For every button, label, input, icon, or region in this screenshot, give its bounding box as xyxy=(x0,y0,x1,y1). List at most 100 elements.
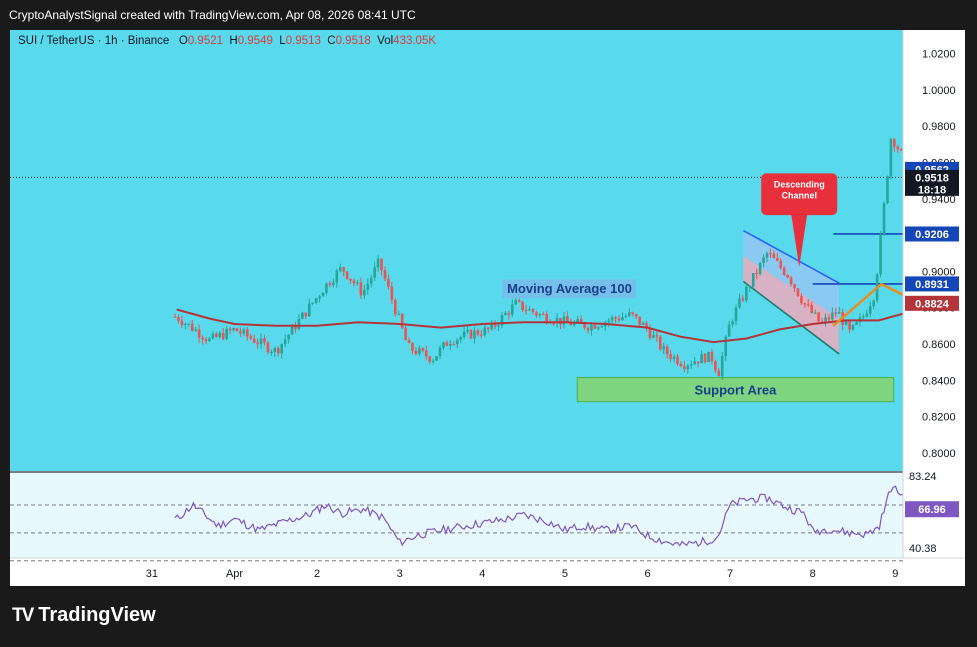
candle-body xyxy=(710,351,714,362)
price-chart-svg[interactable]: Support Area Moving Average 100 Descending… xyxy=(10,30,965,586)
candle-body xyxy=(325,283,328,293)
candle-body xyxy=(400,314,404,328)
candle-body xyxy=(617,318,621,321)
candle-body xyxy=(297,318,301,330)
candle-body xyxy=(332,282,335,286)
x-tick-label: 5 xyxy=(562,568,568,580)
candle-body xyxy=(246,329,249,337)
candle-body xyxy=(793,284,796,289)
candle-body xyxy=(831,312,834,320)
x-tick-label: Apr xyxy=(226,568,243,580)
candle-body xyxy=(772,253,776,259)
x-tick-label: 6 xyxy=(644,568,650,580)
candle-body xyxy=(868,306,872,314)
candle-body xyxy=(741,298,745,301)
candle-body xyxy=(369,277,373,284)
candle-body xyxy=(762,257,765,263)
candle-body xyxy=(834,312,838,314)
candle-body xyxy=(180,320,184,326)
candle-body xyxy=(531,309,535,313)
candle-body xyxy=(235,328,239,332)
candle-body xyxy=(614,317,617,319)
candle-body xyxy=(345,271,349,279)
tradingview-brand: TradingView xyxy=(38,604,156,626)
candle-body xyxy=(899,149,903,151)
legend-symbol: SUI / TetherUS · 1h · Binance xyxy=(18,35,170,47)
candle-body xyxy=(817,312,820,322)
candle-body xyxy=(397,314,401,316)
candle-body xyxy=(806,304,810,306)
candle-body xyxy=(376,258,380,268)
candle-body xyxy=(204,339,208,342)
y-tick-label: 0.8600 xyxy=(922,339,956,351)
candle-body xyxy=(187,323,191,325)
candle-body xyxy=(851,324,855,330)
candle-body xyxy=(373,267,376,278)
candle-body xyxy=(576,319,580,323)
candle-body xyxy=(865,313,869,317)
candle-body xyxy=(665,346,669,355)
candle-body xyxy=(480,334,483,336)
legend-vol-label: Vol xyxy=(377,35,394,47)
candle-body xyxy=(393,300,397,315)
rsi-pane-background xyxy=(10,473,903,558)
candle-body xyxy=(683,366,686,370)
candle-body xyxy=(184,323,187,326)
candle-body xyxy=(631,312,635,315)
candle-body xyxy=(696,361,700,364)
candle-body xyxy=(786,274,789,278)
legend-open-label: O xyxy=(178,35,188,47)
candle-body xyxy=(263,338,266,343)
candle-body xyxy=(356,282,359,284)
candle-body xyxy=(862,316,865,318)
candle-body xyxy=(507,313,511,315)
candle-body xyxy=(855,322,858,325)
candle-body xyxy=(659,336,662,350)
ma-badge: 0.8824 xyxy=(915,298,950,310)
chart-panel[interactable]: Support Area Moving Average 100 Descending… xyxy=(10,30,965,586)
candle-body xyxy=(307,303,311,317)
candle-body xyxy=(724,336,727,356)
level-badge-1: 0.9206 xyxy=(915,229,949,241)
candle-body xyxy=(352,280,356,284)
candle-body xyxy=(731,321,734,325)
level-badge-2: 0.8931 xyxy=(915,279,949,291)
candle-body xyxy=(769,253,772,255)
candle-body xyxy=(311,302,314,304)
candle-body xyxy=(837,312,841,314)
candle-body xyxy=(621,317,624,321)
candle-body xyxy=(700,353,703,364)
candle-body xyxy=(652,335,655,338)
candle-body xyxy=(566,316,569,322)
candle-body xyxy=(469,330,473,339)
candle-body xyxy=(714,361,717,371)
candle-body xyxy=(641,323,645,325)
tradingview-logo[interactable]: TV TradingView xyxy=(12,604,156,627)
candle-body xyxy=(215,333,218,337)
candle-body xyxy=(638,316,641,325)
candle-body xyxy=(541,314,545,316)
candle-body xyxy=(803,303,807,305)
candle-body xyxy=(586,327,590,331)
candle-body xyxy=(765,253,769,258)
candle-body xyxy=(407,340,411,344)
x-tick-label: 3 xyxy=(397,568,403,580)
x-tick-label: 2 xyxy=(314,568,320,580)
candle-body xyxy=(789,277,793,285)
x-tick-label: 7 xyxy=(727,568,733,580)
candle-body xyxy=(445,342,449,346)
candle-body xyxy=(304,312,308,317)
legend-open: 0.9521 xyxy=(187,35,224,47)
candle-body xyxy=(879,234,882,275)
candle-body xyxy=(290,325,294,335)
candle-body xyxy=(669,354,672,359)
y-tick-label: 0.8400 xyxy=(922,375,956,387)
candle-body xyxy=(693,361,697,365)
candle-body xyxy=(318,296,321,299)
candle-body xyxy=(782,267,786,275)
y-tick-label: 0.9800 xyxy=(922,121,956,133)
candle-body xyxy=(872,300,875,307)
candle-body xyxy=(707,351,710,363)
candle-body xyxy=(249,336,253,339)
candle-body xyxy=(779,260,783,268)
